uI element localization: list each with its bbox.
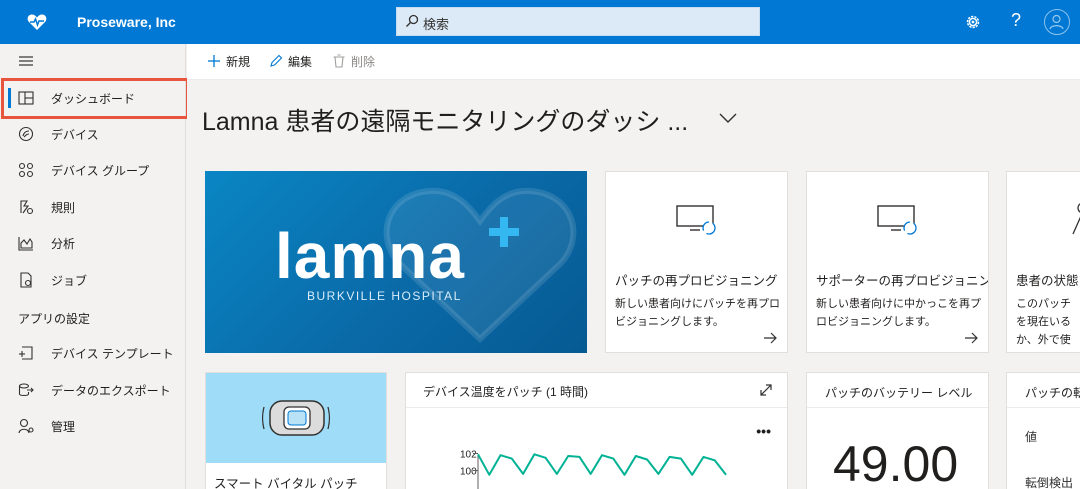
search-icon	[406, 14, 419, 27]
fall-detected-label: 転倒検出	[1025, 476, 1074, 489]
gear-icon[interactable]	[963, 12, 983, 32]
hamburger-menu-icon[interactable]	[18, 54, 34, 68]
command-bar: 新規 編集 削除	[187, 44, 1080, 80]
sidebar-item-label: 分析	[51, 237, 76, 251]
avatar[interactable]	[1044, 9, 1070, 35]
device-icon	[18, 126, 34, 142]
value-label: 値	[1025, 430, 1038, 444]
chevron-down-icon[interactable]	[718, 112, 738, 124]
jobs-icon	[20, 272, 32, 288]
page-title: Lamna 患者の遠隔モニタリングのダッシ ...	[202, 108, 689, 136]
sidebar-item-rules[interactable]: 規則	[0, 189, 186, 225]
patient-state-tile[interactable]: 患者の状態 このパッチを現在いるか、外で使ます。	[1006, 171, 1080, 353]
sidebar-item-label: 管理	[51, 420, 76, 434]
monitor-sync-icon	[676, 205, 716, 235]
delete-button[interactable]: 削除	[332, 53, 375, 70]
tile-title: パッチの再プロビジョニング	[615, 274, 778, 288]
search-box[interactable]: 検索	[396, 7, 760, 36]
sidebar-item-label: デバイス テンプレート	[51, 347, 174, 361]
device-group-icon	[18, 162, 34, 178]
monitor-sync-icon	[877, 205, 917, 235]
search-placeholder[interactable]: 検索	[423, 14, 449, 33]
battery-level-tile: パッチのバッテリー レベル 49.00	[806, 372, 989, 489]
app-brand[interactable]: Proseware, Inc	[77, 14, 176, 30]
trash-icon	[333, 54, 345, 68]
sidebar-item-analytics[interactable]: 分析	[0, 225, 186, 261]
tile-title: パッチのバッテリー レベル	[825, 386, 973, 400]
heart-pulse-icon[interactable]	[26, 11, 48, 33]
smart-vital-patch-tile[interactable]: スマート バイタル パッチ	[205, 372, 387, 489]
patch-reprovision-tile[interactable]: パッチの再プロビジョニング 新しい患者向けにパッチを再プロビジョニングします。	[605, 171, 788, 353]
sidebar-item-label: データのエクスポート	[51, 384, 171, 398]
tile-description: 新しい患者向けにパッチを再プロビジョニングします。	[615, 298, 780, 328]
admin-icon	[18, 418, 34, 434]
delete-button-label: 削除	[351, 55, 376, 69]
header-divider	[1007, 407, 1080, 408]
pencil-icon	[270, 54, 283, 67]
new-button[interactable]: 新規	[207, 53, 250, 70]
y-tick-label: 102	[460, 450, 477, 461]
arrow-right-icon[interactable]	[763, 332, 777, 344]
sidebar-item-devices[interactable]: デバイス	[0, 116, 186, 152]
rules-icon	[20, 200, 34, 215]
edit-button-label: 編集	[288, 55, 313, 69]
new-button-label: 新規	[226, 55, 251, 69]
tile-title: サポーターの再プロビジョニング	[816, 274, 989, 288]
sidebar-item-label: ジョブ	[51, 274, 88, 288]
sidebar-item-device-groups[interactable]: デバイス グループ	[0, 152, 186, 188]
header-divider	[807, 407, 988, 408]
help-icon[interactable]: ?	[1008, 10, 1024, 31]
sidebar-item-jobs[interactable]: ジョブ	[0, 262, 186, 298]
sidebar-item-label: デバイス グループ	[51, 164, 150, 178]
sidebar-item-label: 規則	[51, 201, 76, 215]
plus-icon	[208, 55, 220, 67]
tile-label: スマート バイタル パッチ	[214, 477, 358, 489]
device-template-icon	[19, 346, 33, 360]
temperature-series-line	[477, 453, 727, 476]
sidebar-item-data-export[interactable]: データのエクスポート	[0, 372, 186, 408]
data-export-icon	[18, 383, 34, 397]
tile-title: パッチの転倒	[1025, 386, 1080, 400]
lamna-hero-image: lamna BURKVILLE HOSPITAL	[205, 171, 587, 353]
sidebar-item-device-templates[interactable]: デバイス テンプレート	[0, 335, 186, 371]
y-tick-label: 100	[460, 467, 477, 478]
battery-value: 49.00	[833, 436, 959, 489]
patch-image-area	[206, 373, 386, 463]
patch-fall-tile: パッチの転倒 値 転倒検出	[1006, 372, 1080, 489]
tile-description: 新しい患者向けに中かっこを再プロビジョニングします。	[816, 298, 981, 328]
app-settings-section-label: アプリの設定	[18, 312, 91, 326]
sidebar-item-admin[interactable]: 管理	[0, 408, 186, 444]
dashboard-highlight-box	[1, 78, 189, 119]
bandage-patch-icon	[262, 400, 331, 436]
sidebar-item-label: デバイス	[51, 128, 99, 142]
main-content: Lamna 患者の遠隔モニタリングのダッシ ... lamna BURKVILL…	[187, 80, 1080, 489]
hero-subtitle: BURKVILLE HOSPITAL	[307, 289, 462, 303]
temperature-line-chart: 102 100	[460, 450, 727, 489]
top-bar: Proseware, Inc 検索 ?	[0, 0, 1080, 44]
hero-logo-text: lamna	[275, 220, 465, 292]
person-icon	[1072, 203, 1080, 235]
temperature-chart-tile: デバイス温度をパッチ (1 時間) ••• 102 100	[405, 372, 788, 489]
analytics-icon	[18, 237, 33, 251]
edit-button[interactable]: 編集	[269, 53, 312, 70]
plus-cross-icon	[489, 217, 519, 247]
tile-description: このパッチを現在いるか、外で使ます。	[1016, 298, 1071, 346]
supporter-reprovision-tile[interactable]: サポーターの再プロビジョニング 新しい患者向けに中かっこを再プロビジョニングしま…	[806, 171, 989, 353]
avatar-icon	[1049, 14, 1064, 30]
tile-title: 患者の状態	[1016, 274, 1079, 288]
arrow-right-icon[interactable]	[964, 332, 978, 344]
